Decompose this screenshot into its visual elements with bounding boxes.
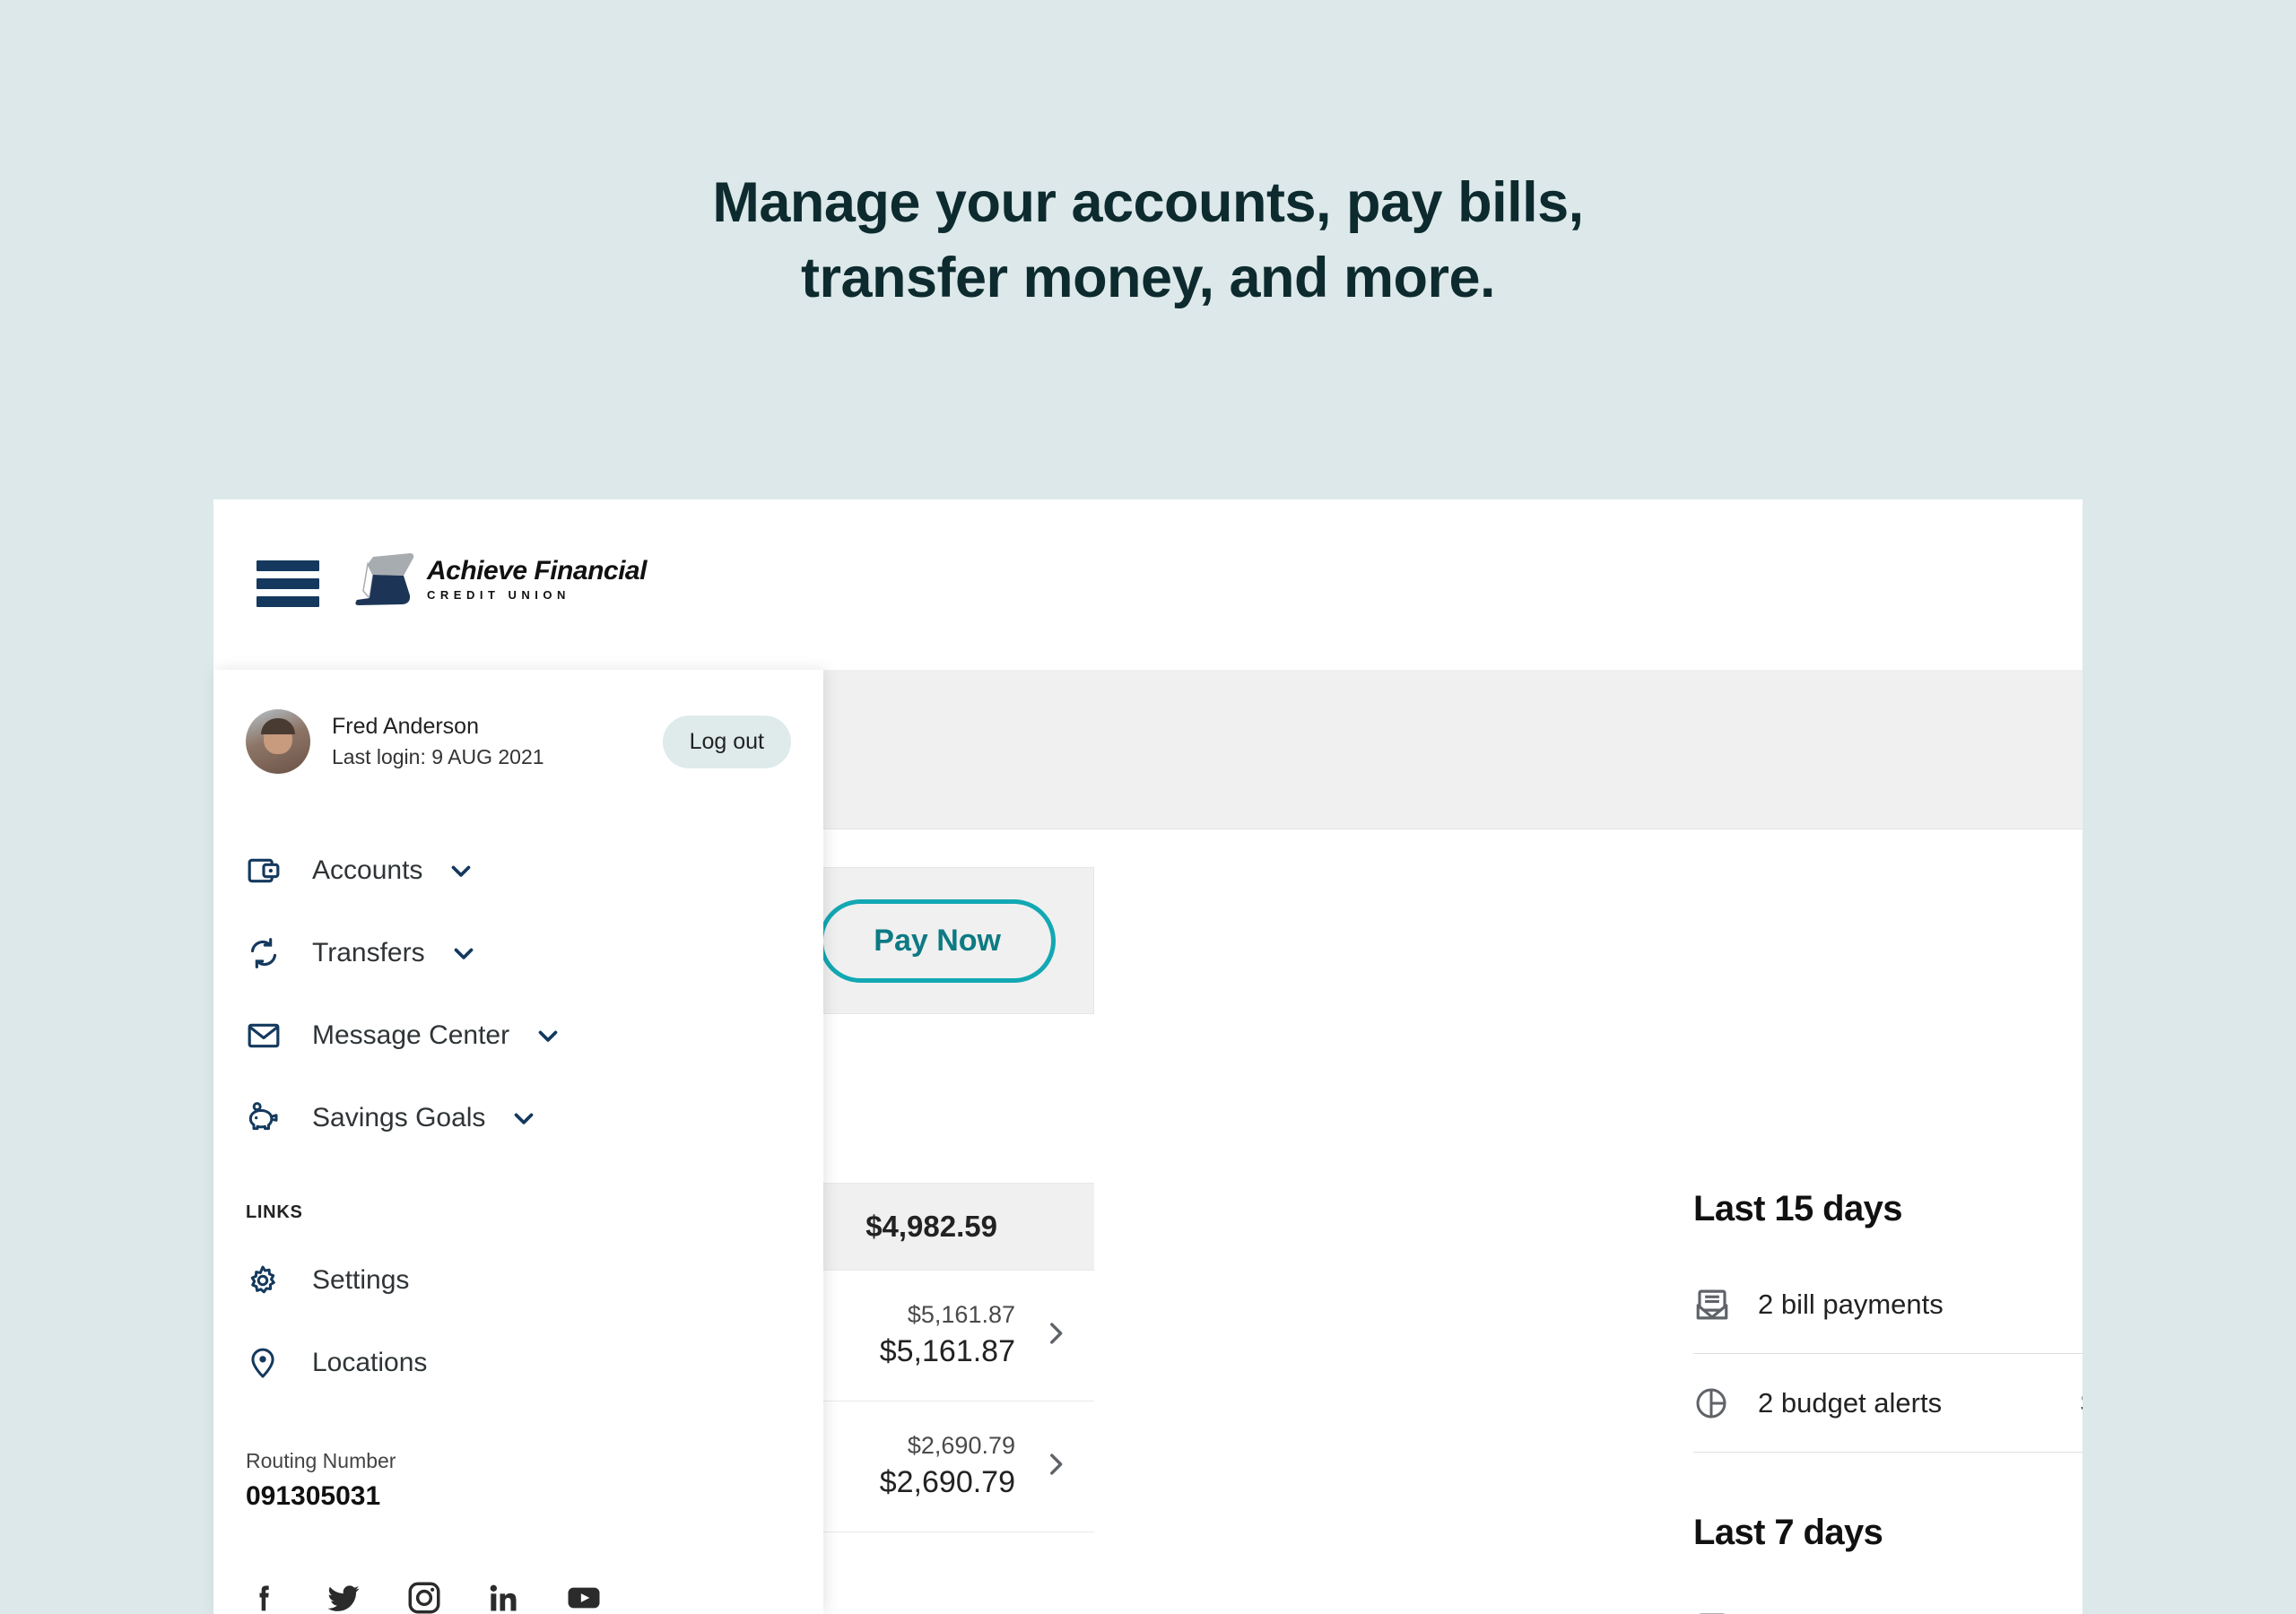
activity-section-last-7-days: Last 7 days xyxy=(1693,1512,2083,1614)
sidebar-item-savings-goals[interactable]: Savings Goals xyxy=(213,1077,823,1159)
chevron-right-icon[interactable] xyxy=(1040,1318,1071,1353)
accounts-total-amount: $4,982.59 xyxy=(865,1210,997,1243)
activity-label: 2 budget alerts xyxy=(1758,1386,1943,1419)
activity-section-last-15-days: Last 15 days 2 bill payments 2 budget al… xyxy=(1693,1188,2083,1453)
youtube-icon[interactable] xyxy=(565,1579,603,1614)
activity-label: 2 bill payments xyxy=(1758,1288,1944,1320)
twitter-icon[interactable] xyxy=(325,1579,362,1614)
facebook-icon[interactable] xyxy=(246,1581,282,1614)
chevron-down-icon[interactable] xyxy=(509,1103,539,1133)
activity-section-title: Last 7 days xyxy=(1693,1513,1883,1552)
activity-section-header: Last 7 days xyxy=(1693,1512,2083,1554)
headline-line-2: transfer money, and more. xyxy=(800,246,1496,309)
account-available-amount: $2,690.79 xyxy=(907,1432,1015,1460)
social-links xyxy=(246,1579,603,1614)
bill-envelope-icon xyxy=(1693,1286,1735,1323)
page-root: Manage your accounts, pay bills, transfe… xyxy=(0,0,2296,1614)
sidebar-item-label: Accounts xyxy=(312,855,423,885)
account-balance-amount: $5,161.87 xyxy=(879,1333,1015,1368)
account-amounts: $5,161.87 $5,161.87 xyxy=(880,1298,1015,1372)
account-available-amount: $5,161.87 xyxy=(907,1301,1015,1329)
sidebar-item-transfers[interactable]: Transfers xyxy=(213,912,823,994)
pie-chart-icon xyxy=(1693,1385,1735,1421)
logo-tagline: CREDIT UNION xyxy=(427,587,570,602)
routing-number-block: Routing Number 091305031 xyxy=(246,1445,823,1515)
logo-swoosh-icon xyxy=(355,553,414,605)
account-balance-amount: $2,690.79 xyxy=(879,1464,1015,1499)
hamburger-bar xyxy=(257,560,319,571)
app-topbar: Achieve Financial CREDIT UNION xyxy=(213,499,2083,670)
sidebar-item-label: Message Center xyxy=(312,1020,510,1050)
sidebar-item-label: Savings Goals xyxy=(312,1103,486,1132)
list-item[interactable]: 2 budget alerts $2,130.00 xyxy=(1693,1354,2083,1453)
map-pin-icon xyxy=(246,1346,287,1380)
bill-envelope-icon xyxy=(1693,1610,1735,1614)
activity-amount: $2,130.00 xyxy=(2081,1387,2083,1419)
hamburger-bar xyxy=(257,596,319,607)
instagram-icon[interactable] xyxy=(405,1579,443,1614)
navigation-drawer: Fred Anderson Last login: 9 AUG 2021 Log… xyxy=(213,670,823,1614)
avatar xyxy=(246,709,310,774)
sidebar-item-label: Settings xyxy=(312,1265,410,1295)
list-item[interactable]: 2 bill payments $604.99 xyxy=(1693,1579,2083,1614)
wallet-icon xyxy=(246,853,287,889)
pay-now-button[interactable]: Pay Now xyxy=(819,898,1056,983)
page-headline: Manage your accounts, pay bills, transfe… xyxy=(0,166,2296,317)
sidebar-item-label: Transfers xyxy=(312,938,425,968)
drawer-nav-list: Accounts Transfers Message Center Saving… xyxy=(213,829,823,1159)
account-amounts: $2,690.79 $2,690.79 xyxy=(880,1429,1015,1503)
links-section-heading: LINKS xyxy=(246,1202,303,1222)
logo-name: Achieve Financial xyxy=(427,556,647,586)
chevron-down-icon[interactable] xyxy=(446,855,476,886)
activity-section-header: Last 15 days xyxy=(1693,1188,2083,1230)
chevron-down-icon[interactable] xyxy=(533,1020,563,1051)
user-name: Fred Anderson xyxy=(332,714,479,740)
envelope-icon xyxy=(246,1018,287,1054)
activity-section-title: Last 15 days xyxy=(1693,1189,1903,1228)
chevron-right-icon[interactable] xyxy=(1040,1449,1071,1484)
log-out-button[interactable]: Log out xyxy=(662,715,791,768)
hamburger-bar xyxy=(257,578,319,589)
routing-number-value: 091305031 xyxy=(246,1480,381,1511)
drawer-links-list: Settings Locations xyxy=(213,1239,823,1404)
sidebar-item-accounts[interactable]: Accounts xyxy=(213,829,823,912)
user-info: Fred Anderson Last login: 9 AUG 2021 xyxy=(332,710,544,773)
user-profile: Fred Anderson Last login: 9 AUG 2021 Log… xyxy=(213,670,823,774)
last-login-text: Last login: 9 AUG 2021 xyxy=(332,745,544,769)
headline-line-1: Manage your accounts, pay bills, xyxy=(712,171,1584,234)
routing-number-label: Routing Number xyxy=(246,1449,396,1472)
sidebar-item-locations[interactable]: Locations xyxy=(213,1322,823,1404)
chevron-down-icon[interactable] xyxy=(448,938,479,968)
activity-rail: Last 15 days 2 bill payments 2 budget al… xyxy=(1693,1188,2083,1614)
refresh-icon xyxy=(246,935,287,971)
linkedin-icon[interactable] xyxy=(486,1581,522,1614)
brand-logo[interactable]: Achieve Financial CREDIT UNION xyxy=(348,551,647,607)
gear-icon xyxy=(246,1263,287,1297)
sidebar-item-label: Locations xyxy=(312,1348,428,1377)
sidebar-item-message-center[interactable]: Message Center xyxy=(213,994,823,1077)
hamburger-menu-icon[interactable] xyxy=(257,560,319,607)
list-item[interactable]: 2 bill payments $604.99 xyxy=(1693,1255,2083,1354)
sidebar-item-settings[interactable]: Settings xyxy=(213,1239,823,1322)
piggy-bank-icon xyxy=(246,1100,287,1136)
